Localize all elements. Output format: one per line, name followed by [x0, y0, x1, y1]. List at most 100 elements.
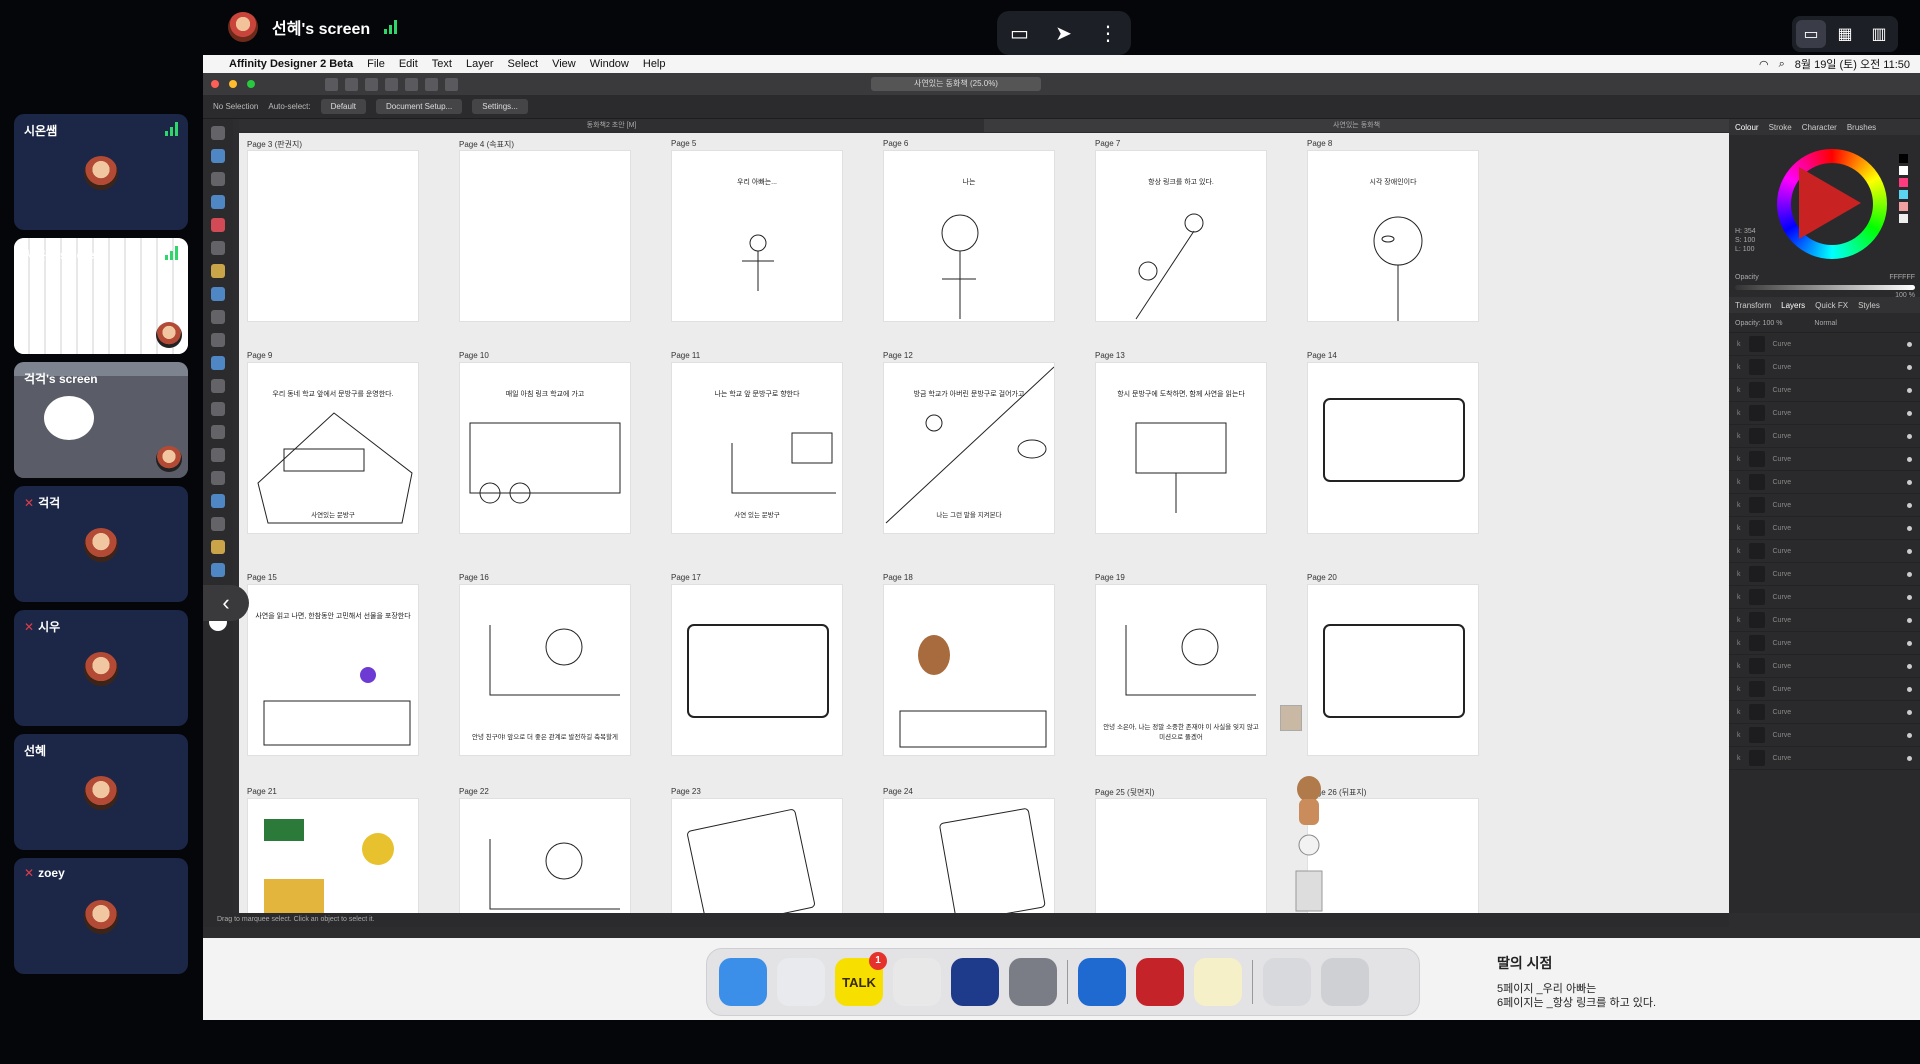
artboard-canvas[interactable]: [883, 798, 1055, 913]
zoom-tool-icon[interactable]: [211, 563, 225, 577]
kakaotalk-icon[interactable]: TALK 1: [835, 952, 887, 1006]
participant-tile[interactable]: 걱걱's screen: [14, 362, 188, 478]
participant-tile[interactable]: ✕ zoey: [14, 858, 188, 974]
layer-row[interactable]: k Curve: [1729, 425, 1920, 448]
artboard-canvas[interactable]: [1307, 798, 1479, 913]
otter-stickers[interactable]: [1294, 775, 1324, 913]
lock-icon[interactable]: k: [1737, 456, 1741, 463]
layer-row[interactable]: k Curve: [1729, 494, 1920, 517]
artboard-canvas[interactable]: [671, 584, 843, 756]
search-icon[interactable]: ⌕: [1779, 58, 1785, 71]
layer-row[interactable]: k Curve: [1729, 632, 1920, 655]
artboard[interactable]: Page 10 매일 아침 링크 학교에 가고: [459, 351, 631, 534]
layer-row[interactable]: k Curve: [1729, 563, 1920, 586]
layer-row[interactable]: k Curve: [1729, 724, 1920, 747]
opacity-control[interactable]: Opacity FFFFFF 100 %: [1735, 274, 1915, 299]
pen-tool-icon[interactable]: [211, 218, 225, 232]
lock-icon[interactable]: k: [1737, 663, 1741, 670]
panel-tab[interactable]: Layers: [1781, 301, 1805, 310]
crop-tool-icon[interactable]: [211, 379, 225, 393]
visibility-icon[interactable]: [1907, 594, 1912, 600]
screen-icon[interactable]: ▭: [1010, 21, 1029, 46]
settings-button[interactable]: Settings...: [472, 99, 528, 114]
lock-icon[interactable]: k: [1737, 548, 1741, 555]
visibility-icon[interactable]: [1907, 410, 1912, 416]
lock-icon[interactable]: k: [1737, 571, 1741, 578]
lock-icon[interactable]: k: [1737, 594, 1741, 601]
artboard[interactable]: Page 19 안녕 소은아, 나는 정말 소중한 존재야 이 사실을 잊지 않고…: [1095, 573, 1267, 756]
artboard-canvas[interactable]: 항시 문방구에 도착하면, 함께 사연을 읽는다: [1095, 362, 1267, 534]
pointer-icon[interactable]: ➤: [1055, 21, 1072, 46]
artboard-canvas[interactable]: [1095, 798, 1267, 913]
visibility-icon[interactable]: [1907, 571, 1912, 577]
artboard-canvas[interactable]: [247, 150, 419, 322]
lock-icon[interactable]: k: [1737, 410, 1741, 417]
artboard[interactable]: Page 9 우리 동네 학교 앞에서 문방구를 운영한다. 사연있는 문방구: [247, 351, 419, 534]
artboard[interactable]: Page 8 시각 장애인이다: [1307, 139, 1479, 322]
artboard-canvas[interactable]: 항상 링크를 하고 있다.: [1095, 150, 1267, 322]
lock-icon[interactable]: k: [1737, 617, 1741, 624]
visibility-icon[interactable]: [1907, 387, 1912, 393]
lock-icon[interactable]: k: [1737, 479, 1741, 486]
system-settings-icon[interactable]: [1009, 958, 1057, 1006]
lock-icon[interactable]: k: [1737, 433, 1741, 440]
layer-row[interactable]: k Curve: [1729, 448, 1920, 471]
lock-icon[interactable]: k: [1737, 341, 1741, 348]
visibility-icon[interactable]: [1907, 755, 1912, 761]
participant-tile[interactable]: 시온쌤: [14, 114, 188, 230]
layer-row[interactable]: k Curve: [1729, 379, 1920, 402]
brush-tool-icon[interactable]: [211, 264, 225, 278]
artboard-canvas[interactable]: 나는: [883, 150, 1055, 322]
panel-tab[interactable]: Transform: [1735, 301, 1771, 310]
layer-row[interactable]: k Curve: [1729, 678, 1920, 701]
pixel-tool-icon[interactable]: [211, 287, 225, 301]
artboard[interactable]: Page 21: [247, 787, 419, 913]
visibility-icon[interactable]: [1907, 502, 1912, 508]
document-title[interactable]: 사연있는 동화책 (25.0%): [871, 77, 1041, 91]
layer-opacity[interactable]: Opacity: 100 %: [1735, 320, 1782, 327]
artboard[interactable]: Page 5 우리 아빠는...: [671, 139, 843, 322]
artboard-canvas[interactable]: 안녕 소은아, 나는 정말 소중한 존재야 이 사실을 잊지 않고 미션으로 풀…: [1095, 584, 1267, 756]
trash-icon[interactable]: [1321, 958, 1369, 1006]
menu-item[interactable]: Help: [643, 58, 666, 70]
artboard[interactable]: Page 15 사연을 읽고 나면, 한참동안 고민해서 선물을 포장한다: [247, 573, 419, 756]
visibility-icon[interactable]: [1907, 525, 1912, 531]
panel-tab[interactable]: Character: [1802, 123, 1837, 132]
lock-icon[interactable]: k: [1737, 709, 1741, 716]
artboard-canvas[interactable]: [671, 798, 843, 913]
downloads-icon[interactable]: [1263, 958, 1311, 1006]
visibility-icon[interactable]: [1907, 709, 1912, 715]
visibility-icon[interactable]: [1907, 663, 1912, 669]
close-icon[interactable]: [211, 80, 219, 88]
visibility-icon[interactable]: [1907, 640, 1912, 646]
artboard-canvas[interactable]: [1307, 584, 1479, 756]
menu-item[interactable]: Edit: [399, 58, 418, 70]
corner-tool-icon[interactable]: [211, 195, 225, 209]
participant-tile[interactable]: 선혜: [14, 734, 188, 850]
minimize-icon[interactable]: [229, 80, 237, 88]
panel-tab[interactable]: Stroke: [1769, 123, 1792, 132]
collapse-arrow-icon[interactable]: ‹: [203, 585, 249, 621]
menu-item[interactable]: Window: [590, 58, 629, 70]
visibility-icon[interactable]: [1907, 341, 1912, 347]
clock[interactable]: 8월 19일 (토) 오전 11:50: [1795, 56, 1910, 72]
artboard-canvas[interactable]: 나는 학교 앞 문방구로 향한다 사연 있는 문방구: [671, 362, 843, 534]
shape-tool-icon[interactable]: [211, 471, 225, 485]
artboard-canvas[interactable]: 우리 아빠는...: [671, 150, 843, 322]
image-thumbnail[interactable]: [1280, 705, 1302, 731]
artboard[interactable]: Page 12 방금 학교가 아버린 문방구로 걸어가고 나는 그런 말을 지켜본다: [883, 351, 1055, 534]
artboard-canvas[interactable]: 우리 동네 학교 앞에서 문방구를 운영한다. 사연있는 문방구: [247, 362, 419, 534]
app-menu[interactable]: Affinity Designer 2 Beta: [229, 58, 353, 70]
menu-item[interactable]: Select: [508, 58, 539, 70]
more-icon[interactable]: ⋮: [1098, 21, 1118, 46]
menu-item[interactable]: Text: [432, 58, 452, 70]
grid-icon[interactable]: ▦: [1830, 20, 1860, 48]
zoom-icon[interactable]: [247, 80, 255, 88]
notes-icon[interactable]: [1194, 958, 1242, 1006]
finder-icon[interactable]: [719, 958, 767, 1006]
artboard-canvas[interactable]: [459, 150, 631, 322]
participant-tile[interactable]: ✕ 걱걱: [14, 486, 188, 602]
visibility-icon[interactable]: [1907, 617, 1912, 623]
app-blue-icon[interactable]: [951, 958, 999, 1006]
artboard[interactable]: Page 25 (뒷면지): [1095, 787, 1267, 913]
